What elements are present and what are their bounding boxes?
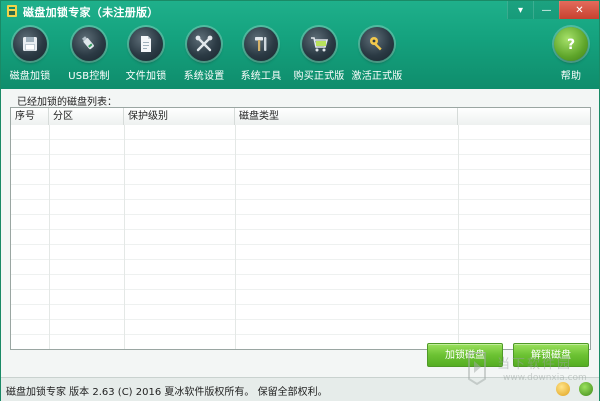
toolbar-usb-control[interactable]: USB控制 [67, 27, 111, 85]
column-divider [49, 125, 50, 349]
toolbar-disk-lock[interactable]: 磁盘加锁 [9, 27, 51, 85]
toolbar-label: 系统工具 [240, 71, 282, 82]
watermark-logo-icon [468, 352, 486, 385]
app-logo-icon [7, 5, 17, 17]
close-button[interactable]: ✕ [559, 1, 599, 19]
header-bar: 磁盘加锁专家（未注册版） ▾ — ✕ 磁盘加锁 USB控制 文件加锁 系统设置 … [1, 1, 599, 89]
toolbar-label: 系统设置 [183, 71, 225, 82]
usb-drive-icon [72, 27, 106, 61]
title-bar: 磁盘加锁专家（未注册版） ▾ — ✕ [1, 1, 599, 23]
menu-dropdown-button[interactable]: ▾ [507, 1, 533, 19]
toolbar-system-tools[interactable]: 系统工具 [239, 27, 283, 85]
floppy-disk-icon [13, 27, 47, 61]
main-toolbar: 磁盘加锁 USB控制 文件加锁 系统设置 系统工具 购买正式版 激活正式版 ? … [1, 27, 599, 85]
column-divider [124, 125, 125, 349]
main-content: 已经加锁的磁盘列表： 序号 分区 保护级别 磁盘类型 加锁磁盘 解锁磁盘 [1, 89, 599, 377]
column-header-extra[interactable] [458, 108, 590, 125]
column-header-index[interactable]: 序号 [11, 108, 49, 125]
svg-text:?: ? [567, 37, 575, 53]
hammer-wrench-icon [244, 27, 278, 61]
document-lock-icon [129, 27, 163, 61]
column-header-disk-type[interactable]: 磁盘类型 [235, 108, 458, 125]
shopping-cart-icon [302, 27, 336, 61]
toolbar-label: USB控制 [68, 71, 110, 82]
table-header: 序号 分区 保护级别 磁盘类型 [11, 108, 590, 126]
watermark-url: www.downxia.com [503, 373, 587, 383]
toolbar-label: 激活正式版 [351, 71, 403, 82]
locked-disk-table[interactable]: 序号 分区 保护级别 磁盘类型 [10, 107, 591, 350]
toolbar-activate-full-version[interactable]: 激活正式版 [349, 27, 405, 85]
watermark: 当下软件园 www.downxia.com [463, 351, 591, 391]
toolbar-label: 磁盘加锁 [9, 71, 51, 82]
watermark-brand: 当下软件园 [497, 357, 573, 372]
help-icon: ? [554, 27, 588, 61]
column-header-partition[interactable]: 分区 [49, 108, 124, 125]
copyright-text: 磁盘加锁专家 版本 2.63 (C) 2016 夏冰软件版权所有。 保留全部权利… [6, 387, 328, 398]
toolbar-system-settings[interactable]: 系统设置 [182, 27, 226, 85]
toolbar-file-lock[interactable]: 文件加锁 [125, 27, 167, 85]
column-divider [458, 125, 459, 349]
toolbar-buy-full-version[interactable]: 购买正式版 [291, 27, 347, 85]
key-icon [360, 27, 394, 61]
window-controls: ▾ — ✕ [507, 1, 599, 19]
column-header-protection-level[interactable]: 保护级别 [124, 108, 235, 125]
window-title: 磁盘加锁专家（未注册版） [23, 6, 159, 19]
table-body [11, 125, 590, 349]
minimize-button[interactable]: — [533, 1, 559, 19]
app-window: 磁盘加锁专家（未注册版） ▾ — ✕ 磁盘加锁 USB控制 文件加锁 系统设置 … [0, 0, 600, 401]
column-divider [235, 125, 236, 349]
toolbar-help[interactable]: ? 帮助 [553, 27, 589, 85]
list-caption: 已经加锁的磁盘列表： [17, 97, 117, 108]
toolbar-label: 购买正式版 [293, 71, 345, 82]
toolbar-label: 帮助 [560, 71, 582, 82]
tools-icon [187, 27, 221, 61]
toolbar-label: 文件加锁 [125, 71, 167, 82]
